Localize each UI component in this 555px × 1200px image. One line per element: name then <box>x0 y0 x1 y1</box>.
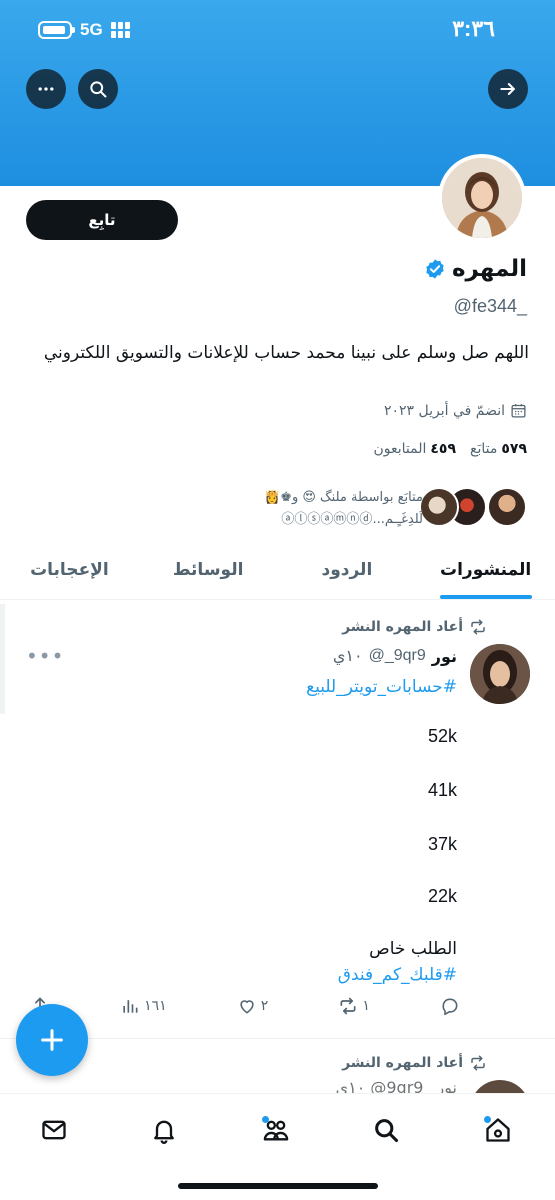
views-icon <box>123 1000 138 1013</box>
profile-name-row: المهره <box>424 256 527 282</box>
like-button[interactable]: ٢ <box>237 996 269 1016</box>
network-label: 5G <box>80 20 103 39</box>
followers-stat[interactable]: ٤٥٩المتابعون <box>373 441 456 457</box>
joined-date: انضمّ في أبريل ٢٠٢٣ <box>384 402 527 419</box>
repost-indicator: أعاد المهره النشر <box>342 1054 487 1072</box>
post-highlight-bar <box>0 604 5 714</box>
reply-button[interactable] <box>440 996 460 1016</box>
post-line: 41k <box>427 780 457 800</box>
profile-handle: @fe344_ <box>453 296 527 316</box>
repost-icon <box>471 1055 485 1071</box>
repost-label[interactable]: أعاد المهره النشر <box>342 619 463 635</box>
repost-icon <box>471 619 485 635</box>
profile-tabs: المنشورات الردود الوسائط الإعجابات <box>0 548 555 600</box>
notifications-icon <box>154 1120 174 1144</box>
post-more-icon[interactable]: ••• <box>26 644 64 668</box>
nav-search[interactable] <box>366 1110 406 1150</box>
status-bar-left: 5G <box>38 20 131 40</box>
reply-icon <box>442 998 458 1016</box>
tab-posts[interactable]: المنشورات <box>416 548 555 599</box>
nav-communities[interactable] <box>256 1110 296 1150</box>
compose-button[interactable] <box>16 1004 88 1076</box>
post-line: 37k <box>427 834 457 854</box>
post-body: #حسابات_تويتر_للبيع <box>37 674 457 700</box>
post-hashtag[interactable]: #قلبك_كم_فندق <box>37 962 457 988</box>
notification-dot <box>262 1116 269 1123</box>
profile-stats: ٥٧٩متابَع ٤٥٩المتابعون <box>373 441 527 457</box>
followed-by-line2: لَلدِغَـٍـم...ⓐⓛⓢⓐⓜⓝⓓ <box>281 512 423 527</box>
messages-icon <box>42 1120 66 1140</box>
arrow-right-icon <box>500 83 515 95</box>
post-author-name[interactable]: نور <box>432 647 457 666</box>
views-count: ١٦١ <box>144 998 167 1014</box>
post-avatar-image <box>470 644 530 704</box>
home-indicator <box>178 1183 378 1189</box>
post-line: 22k <box>427 886 457 906</box>
plus-icon <box>41 1029 63 1051</box>
views-button[interactable]: ١٦١ <box>120 996 167 1016</box>
post-header: نور 9qr9_@ ١٠ي <box>333 646 457 666</box>
post-hashtag[interactable]: #حسابات_تويتر_للبيع <box>37 674 457 700</box>
avatar-image <box>442 158 522 238</box>
followed-by[interactable]: متابَع بواسطة ملنگ 😍 و♚👸 لَلدِغَـٍـم...ⓐ… <box>264 487 527 531</box>
tab-likes[interactable]: الإعجابات <box>0 548 139 599</box>
nav-notifications[interactable] <box>144 1110 184 1150</box>
battery-icon <box>38 21 75 39</box>
followed-by-line1: متابَع بواسطة ملنگ 😍 و♚👸 <box>264 490 423 505</box>
mini-avatar <box>419 487 459 527</box>
verified-badge-icon[interactable] <box>424 258 446 280</box>
following-count: ٥٧٩ <box>501 441 527 457</box>
post-footer-text: الطلب خاص #قلبك_كم_فندق <box>37 936 457 988</box>
profile-bio: اللهم صل وسلم على نبينا محمد حساب للإعلا… <box>43 343 529 363</box>
following-label: متابَع <box>470 441 498 457</box>
followed-by-text: متابَع بواسطة ملنگ 😍 و♚👸 لَلدِغَـٍـم...ⓐ… <box>264 487 423 531</box>
repost-label[interactable]: أعاد المهره النشر <box>342 1055 463 1071</box>
post-line: 52k <box>427 726 457 746</box>
more-icon <box>38 87 54 91</box>
notification-dot <box>484 1116 491 1123</box>
post-author-avatar[interactable] <box>470 644 530 704</box>
status-time: ٣:٣٦ <box>452 16 495 41</box>
post-author-handle: 9qr9_@ <box>368 647 426 664</box>
followers-count: ٤٥٩ <box>430 441 457 457</box>
following-stat[interactable]: ٥٧٩متابَع <box>470 441 527 457</box>
nav-home[interactable] <box>478 1110 518 1150</box>
tab-replies[interactable]: الردود <box>278 548 417 599</box>
mini-avatar <box>487 487 527 527</box>
retweets-count: ١ <box>362 998 370 1014</box>
repost-button[interactable]: ١ <box>338 996 370 1016</box>
nav-messages[interactable] <box>34 1110 74 1150</box>
post-actions: ١٦١ ٢ ١ <box>30 996 460 1016</box>
calendar-icon <box>511 404 526 418</box>
search-button[interactable] <box>78 69 118 109</box>
likes-count: ٢ <box>260 998 269 1014</box>
tab-media[interactable]: الوسائط <box>139 548 278 599</box>
heart-icon <box>240 1000 254 1014</box>
search-icon <box>90 81 107 98</box>
signal-icon <box>110 22 131 38</box>
repost-indicator: أعاد المهره النشر <box>342 618 487 636</box>
followed-by-avatars <box>419 487 527 527</box>
joined-text: انضمّ في أبريل ٢٠٢٣ <box>383 402 505 419</box>
repost-icon <box>340 997 356 1015</box>
post-request-text: الطلب خاص <box>369 939 457 959</box>
more-button[interactable] <box>26 69 66 109</box>
follow-button[interactable]: تابِع <box>26 200 178 240</box>
post-time: ١٠ي <box>332 648 363 665</box>
back-button[interactable] <box>488 69 528 109</box>
profile-name: المهره <box>451 256 527 282</box>
search-icon <box>375 1119 399 1143</box>
followers-label: المتابعون <box>373 441 427 457</box>
profile-avatar[interactable] <box>438 154 526 242</box>
